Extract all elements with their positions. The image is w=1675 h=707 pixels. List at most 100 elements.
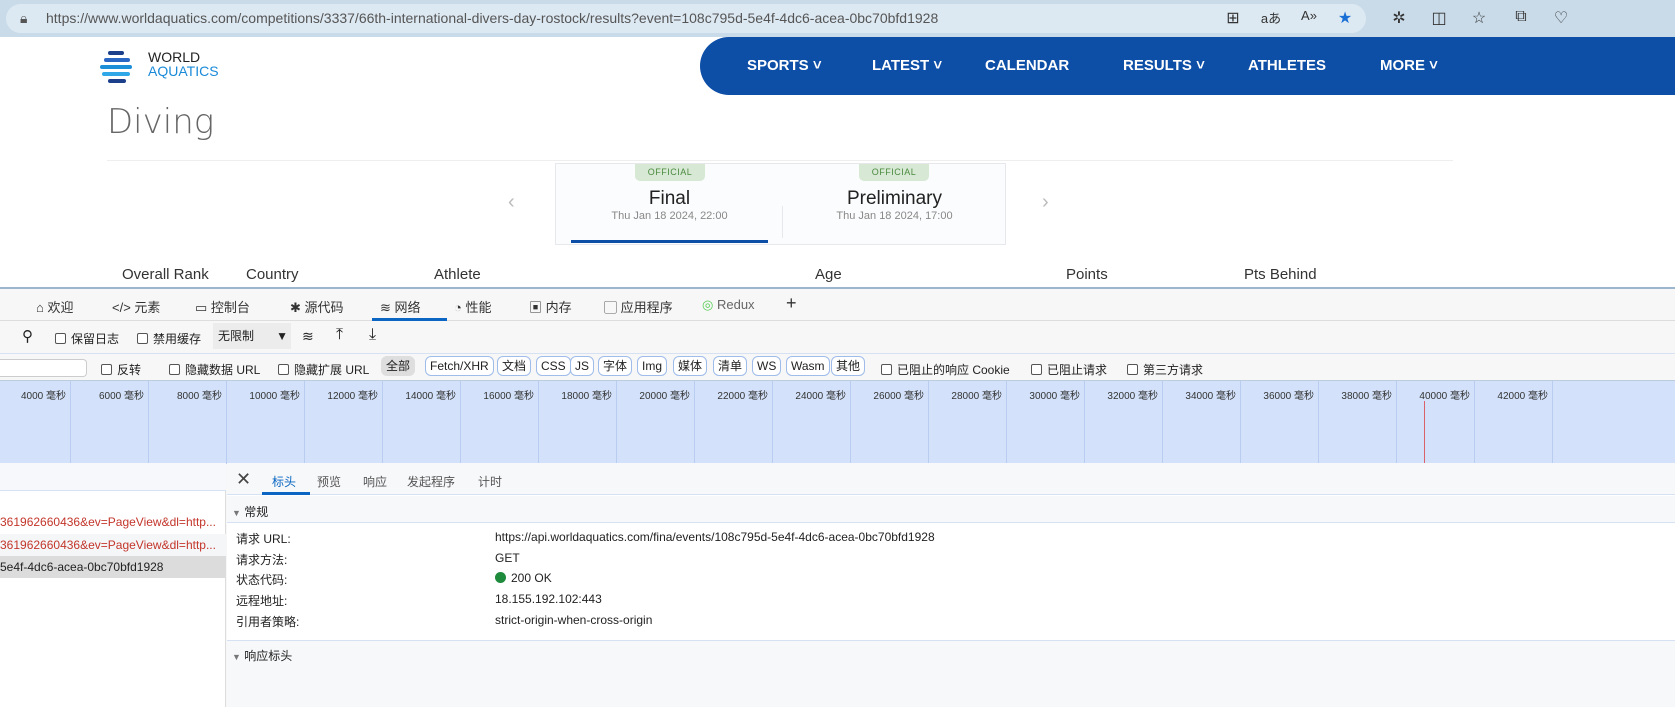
chevron-right-icon[interactable]: ›: [1042, 191, 1049, 214]
preserve-log-checkbox[interactable]: 保留日志: [55, 330, 119, 347]
disable-cache-checkbox[interactable]: 禁用缓存: [137, 330, 201, 347]
status-badge: OFFICIAL: [859, 164, 929, 181]
tab-preview[interactable]: 预览: [317, 473, 341, 490]
type-filter-10[interactable]: Wasm: [786, 356, 830, 376]
application-icon: ▢: [604, 300, 618, 315]
type-filter-7[interactable]: 媒体: [673, 356, 708, 376]
type-filter-8[interactable]: 清单: [713, 356, 748, 376]
collections-icon[interactable]: ⧉: [1510, 8, 1532, 26]
tab-preliminary[interactable]: Preliminary Thu Jan 18 2024, 17:00: [782, 188, 1007, 222]
tab-headers[interactable]: 标头: [272, 473, 296, 490]
favorite-star-icon[interactable]: ★: [1334, 8, 1356, 28]
response-headers-section-toggle[interactable]: ▼ 响应标头: [232, 647, 292, 664]
column-header[interactable]: Overall Rank: [122, 266, 209, 283]
header-value[interactable]: 200 OK: [495, 571, 552, 585]
blocked-requests-checkbox[interactable]: 已阻止请求: [1031, 361, 1107, 378]
tab-memory[interactable]: ▣ 内存: [529, 297, 572, 316]
header-value[interactable]: 18.155.192.102:443: [495, 592, 602, 606]
extensions-icon[interactable]: ✲: [1388, 8, 1410, 28]
add-tab-icon[interactable]: +: [786, 293, 797, 314]
import-icon[interactable]: ⤒: [336, 326, 343, 344]
header-value[interactable]: https://api.worldaquatics.com/fina/event…: [495, 530, 935, 544]
split-screen-icon[interactable]: ◫: [1428, 8, 1450, 28]
column-header[interactable]: Pts Behind: [1244, 266, 1317, 283]
throttle-select[interactable]: 无限制 ▼: [213, 323, 291, 349]
status-ok-icon: [495, 572, 506, 584]
type-filter-5[interactable]: 字体: [598, 356, 633, 376]
column-header[interactable]: Athlete: [434, 266, 481, 283]
load-event-marker: [1424, 401, 1425, 464]
tab-elements[interactable]: </> 元素: [112, 297, 160, 316]
network-conditions-icon[interactable]: ≋: [302, 328, 314, 345]
chip-icon: ▣: [529, 300, 543, 315]
active-tab-indicator: [372, 318, 447, 321]
network-timeline[interactable]: 4000 毫秒 6000 毫秒 8000 毫秒 10000 毫秒 12000 毫秒 140…: [0, 380, 1675, 464]
type-filter-11[interactable]: 其他: [831, 356, 866, 376]
invert-checkbox[interactable]: 反转: [101, 361, 141, 378]
tab-redux[interactable]: ◎ Redux: [702, 297, 755, 313]
tab-initiator[interactable]: 发起程序: [407, 473, 455, 490]
hide-extension-url-checkbox[interactable]: 隐藏扩展 URL: [278, 361, 369, 378]
header-value[interactable]: GET: [495, 551, 520, 565]
address-bar[interactable]: 🔒︎ https://www.worldaquatics.com/competit…: [6, 4, 1366, 33]
column-header[interactable]: Points: [1066, 266, 1108, 283]
general-section-toggle[interactable]: ▼ 常规: [232, 503, 268, 520]
timeline-tick-label: 14000 毫秒: [405, 391, 456, 402]
header-key: 远程地址:: [236, 594, 288, 609]
type-filter-1[interactable]: Fetch/XHR: [425, 356, 494, 376]
devtools-tab-bar: ⌂ 欢迎 </> 元素 ▭ 控制台 ✱ 源代码 ≋ 网络 ◔ 性能 ▣ 内存 ▢…: [0, 289, 1675, 321]
filter-input[interactable]: [0, 359, 87, 377]
column-header[interactable]: Age: [815, 266, 842, 283]
request-list: 361962660436&ev=PageView&dl=http... 3619…: [0, 463, 226, 707]
search-icon[interactable]: ⚲: [22, 327, 33, 345]
tab-application[interactable]: ▢ 应用程序: [604, 297, 673, 316]
read-aloud-icon[interactable]: A»: [1298, 8, 1320, 23]
gauge-icon: ◔: [454, 300, 462, 315]
request-row[interactable]: 361962660436&ev=PageView&dl=http...: [0, 511, 226, 533]
type-filter-6[interactable]: Img: [637, 356, 668, 376]
type-filter-9[interactable]: WS: [752, 356, 782, 376]
timeline-tick-label: 8000 毫秒: [176, 391, 222, 402]
lock-icon: 🔒︎: [20, 10, 28, 26]
nav-athletes[interactable]: ATHLETES: [1248, 57, 1326, 74]
code-icon: </>: [112, 300, 131, 315]
hide-data-url-checkbox[interactable]: 隐藏数据 URL: [169, 361, 260, 378]
tab-network[interactable]: ≋ 网络: [380, 297, 421, 316]
timeline-tick-label: 4000 毫秒: [20, 391, 66, 402]
request-row-selected[interactable]: 5e4f-4dc6-acea-0bc70bfd1928: [0, 556, 226, 578]
favorites-icon[interactable]: ☆: [1468, 8, 1490, 28]
type-filter-2[interactable]: 文档: [497, 356, 532, 376]
tab-timing[interactable]: 计时: [478, 473, 502, 490]
nav-results[interactable]: RESULTS ˅: [1123, 57, 1205, 74]
type-filter-3[interactable]: CSS: [536, 356, 571, 376]
type-filter-0[interactable]: 全部: [381, 356, 416, 376]
tab-welcome[interactable]: ⌂ 欢迎: [36, 297, 74, 316]
tab-response[interactable]: 响应: [363, 473, 387, 490]
tab-console[interactable]: ▭ 控制台: [195, 297, 250, 316]
chevron-left-icon[interactable]: ‹: [508, 191, 515, 214]
nav-more[interactable]: MORE ˅: [1380, 57, 1438, 74]
timeline-tick-label: 42000 毫秒: [1497, 391, 1548, 402]
header-value[interactable]: strict-origin-when-cross-origin: [495, 613, 652, 627]
timeline-tick-label: 10000 毫秒: [249, 391, 300, 402]
type-filter-4[interactable]: JS: [570, 356, 595, 376]
tab-sources[interactable]: ✱ 源代码: [290, 297, 344, 316]
third-party-checkbox[interactable]: 第三方请求: [1127, 361, 1203, 378]
close-icon[interactable]: ✕: [236, 469, 251, 490]
export-icon[interactable]: ⤓: [369, 326, 376, 344]
app-icon[interactable]: ⊞: [1222, 8, 1244, 28]
tab-final[interactable]: Final Thu Jan 18 2024, 22:00: [557, 188, 782, 222]
blocked-cookies-checkbox[interactable]: 已阻止的响应 Cookie: [881, 361, 1010, 378]
nav-calendar[interactable]: CALENDAR: [985, 57, 1069, 74]
nav-latest[interactable]: LATEST ˅: [872, 57, 942, 74]
timeline-tick-label: 28000 毫秒: [951, 391, 1002, 402]
translate-icon[interactable]: aあ: [1260, 8, 1282, 27]
nav-sports[interactable]: SPORTS ˅: [747, 57, 822, 74]
tab-performance[interactable]: ◔ 性能: [454, 297, 492, 316]
column-header[interactable]: Country: [246, 266, 299, 283]
logo-text-world: WORLD: [148, 49, 201, 65]
request-row[interactable]: 361962660436&ev=PageView&dl=http...: [0, 534, 226, 556]
timeline-tick-label: 38000 毫秒: [1341, 391, 1392, 402]
timeline-tick-label: 26000 毫秒: [873, 391, 924, 402]
heart-icon[interactable]: ♡: [1550, 8, 1572, 28]
